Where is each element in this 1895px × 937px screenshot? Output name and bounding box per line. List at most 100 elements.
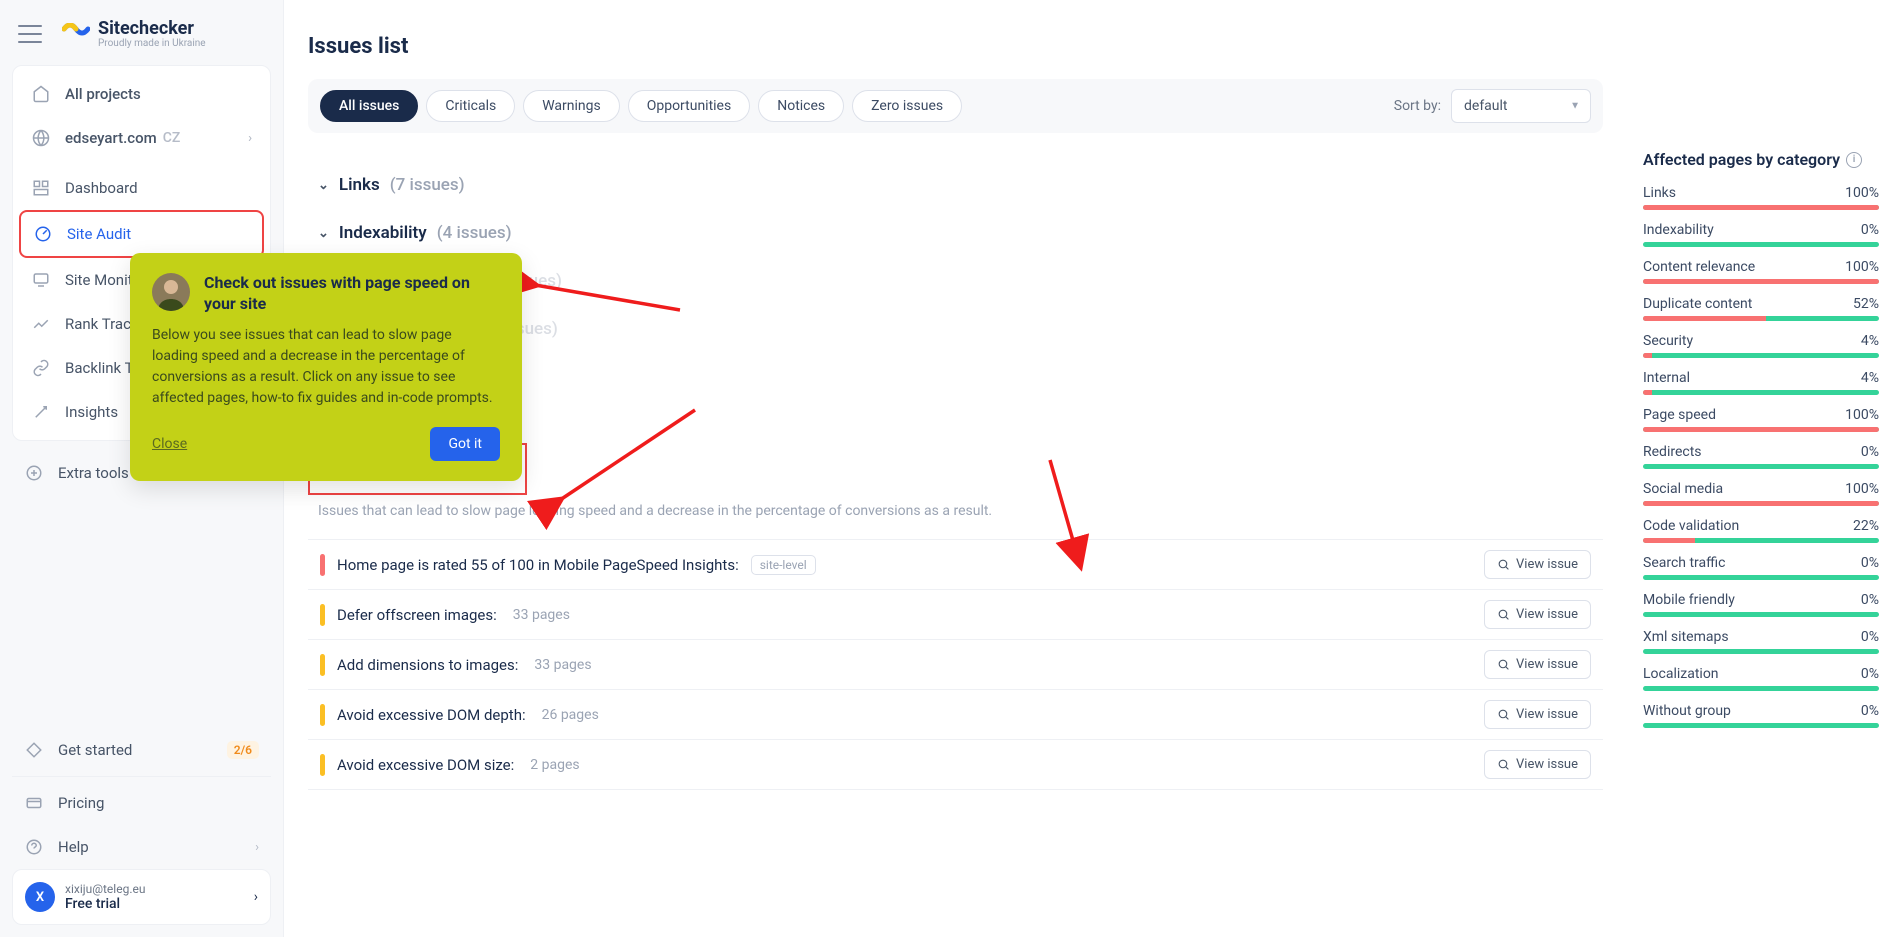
category-bar-row[interactable]: Mobile friendly0% [1643, 592, 1879, 617]
sort-select[interactable]: default ▼ [1451, 89, 1591, 123]
sidebar-item-label: Extra tools [58, 464, 129, 482]
progress-bar [1643, 242, 1879, 247]
filter-zero-issues[interactable]: Zero issues [852, 90, 962, 122]
filter-all-issues[interactable]: All issues [320, 90, 418, 122]
category-bar-row[interactable]: Page speed100% [1643, 407, 1879, 432]
progress-bar [1643, 612, 1879, 617]
severity-indicator [320, 604, 325, 626]
tooltip-body: Below you see issues that can lead to sl… [152, 325, 500, 409]
view-issue-button[interactable]: View issue [1484, 700, 1591, 729]
issue-text: Avoid excessive DOM size: [337, 756, 514, 774]
category-bar-row[interactable]: Redirects0% [1643, 444, 1879, 469]
progress-bar [1643, 464, 1879, 469]
issue-pages-count: 33 pages [534, 657, 591, 673]
category-label: Duplicate content [1643, 296, 1752, 312]
user-card[interactable]: X xixiju@teleg.eu Free trial › [12, 869, 271, 925]
sidebar-item-project[interactable]: edseyart.com CZ › [19, 116, 264, 160]
category-bar-row[interactable]: Code validation 22% [1643, 518, 1879, 543]
progress-bar [1643, 353, 1879, 358]
category-percent: 0% [1861, 703, 1879, 719]
category-percent: 100% [1845, 185, 1879, 201]
issue-category-links: ⌄ Links (7 issues) [308, 161, 1603, 209]
view-issue-button[interactable]: View issue [1484, 600, 1591, 629]
issue-pages-count: 33 pages [513, 607, 570, 623]
sidebar-item-label: Get started [58, 741, 132, 759]
right-column: Affected pages by category i Links100%In… [1627, 0, 1895, 937]
issue-row[interactable]: Avoid excessive DOM size:2 pagesView iss… [308, 740, 1603, 790]
sidebar-item-get-started[interactable]: Get started 2/6 [12, 728, 271, 772]
user-email: xixiju@teleg.eu [65, 882, 145, 896]
sidebar-item-site-audit[interactable]: Site Audit [19, 210, 264, 258]
category-bar-row[interactable]: Internal4% [1643, 370, 1879, 395]
filter-criticals[interactable]: Criticals [426, 90, 515, 122]
monitor-icon [31, 270, 51, 290]
sidebar-item-help[interactable]: Help › [12, 825, 271, 869]
sidebar-item-dashboard[interactable]: Dashboard [19, 166, 264, 210]
category-percent: 52% [1853, 296, 1879, 312]
issue-text: Avoid excessive DOM depth: [337, 706, 526, 724]
sidebar-item-pricing[interactable]: Pricing [12, 781, 271, 825]
category-bar-row[interactable]: Social media 100% [1643, 481, 1879, 506]
category-bar-row[interactable]: Security4% [1643, 333, 1879, 358]
issue-category-toggle[interactable]: ⌄ Links (7 issues) [318, 175, 1593, 195]
category-bar-row[interactable]: Duplicate content 52% [1643, 296, 1879, 321]
home-icon [31, 84, 51, 104]
issue-row[interactable]: Defer offscreen images:33 pagesView issu… [308, 590, 1603, 640]
category-label: Without group [1643, 703, 1731, 719]
progress-bar [1643, 427, 1879, 432]
progress-bar [1643, 279, 1879, 284]
issues-title: Issues list [308, 34, 1603, 59]
category-bar-row[interactable]: Links100% [1643, 185, 1879, 210]
filter-notices[interactable]: Notices [758, 90, 844, 122]
logo-icon [62, 23, 90, 45]
main: Issues list All issues Criticals Warning… [284, 0, 1895, 937]
category-label: Localization [1643, 666, 1719, 682]
chevron-right-icon: › [254, 889, 258, 905]
category-label: Code validation [1643, 518, 1739, 534]
sidebar-item-label: Insights [65, 403, 118, 421]
hamburger-icon[interactable] [18, 25, 42, 43]
issue-category-toggle[interactable]: ⌄ Indexability (4 issues) [318, 223, 1593, 243]
category-percent: 100% [1845, 481, 1879, 497]
category-count: (7 issues) [390, 175, 465, 195]
issue-list: Home page is rated 55 of 100 in Mobile P… [308, 539, 1603, 790]
tooltip-gotit-button[interactable]: Got it [430, 427, 500, 461]
progress-bar [1643, 686, 1879, 691]
view-issue-button[interactable]: View issue [1484, 750, 1591, 779]
progress-bar [1643, 575, 1879, 580]
progress-bar [1643, 205, 1879, 210]
tooltip-close-link[interactable]: Close [152, 436, 187, 452]
issue-row[interactable]: Add dimensions to images:33 pagesView is… [308, 640, 1603, 690]
category-bar-row[interactable]: Without group 0% [1643, 703, 1879, 728]
category-bar-row[interactable]: Content relevance100% [1643, 259, 1879, 284]
filter-bar: All issues Criticals Warnings Opportunit… [308, 79, 1603, 133]
view-issue-button[interactable]: View issue [1484, 550, 1591, 579]
category-bar-row[interactable]: Localization0% [1643, 666, 1879, 691]
category-bar-row[interactable]: Search traffic0% [1643, 555, 1879, 580]
sidebar-item-all-projects[interactable]: All projects [19, 72, 264, 116]
filter-warnings[interactable]: Warnings [523, 90, 620, 122]
progress-bar [1643, 501, 1879, 506]
category-count: (4 issues) [437, 223, 512, 243]
wand-icon [31, 402, 51, 422]
sort-label: Sort by: [1394, 98, 1441, 114]
avatar-icon [152, 273, 190, 311]
progress-bar [1643, 316, 1879, 321]
category-percent: 22% [1853, 518, 1879, 534]
filter-opportunities[interactable]: Opportunities [628, 90, 751, 122]
sort-wrap: Sort by: default ▼ [1394, 89, 1591, 123]
category-bar-row[interactable]: Indexability0% [1643, 222, 1879, 247]
issue-row[interactable]: Home page is rated 55 of 100 in Mobile P… [308, 540, 1603, 590]
category-label: Search traffic [1643, 555, 1725, 571]
category-percent: 100% [1845, 407, 1879, 423]
category-label: Social media [1643, 481, 1723, 497]
tooltip-title: Check out issues with page speed on your… [204, 273, 500, 315]
severity-indicator [320, 754, 325, 776]
info-icon[interactable]: i [1846, 152, 1862, 168]
category-bar-row[interactable]: Xml sitemaps0% [1643, 629, 1879, 654]
view-issue-button[interactable]: View issue [1484, 650, 1591, 679]
logo[interactable]: Sitechecker Proudly made in Ukraine [62, 18, 206, 49]
severity-indicator [320, 654, 325, 676]
category-percent: 0% [1861, 629, 1879, 645]
issue-row[interactable]: Avoid excessive DOM depth:26 pagesView i… [308, 690, 1603, 740]
